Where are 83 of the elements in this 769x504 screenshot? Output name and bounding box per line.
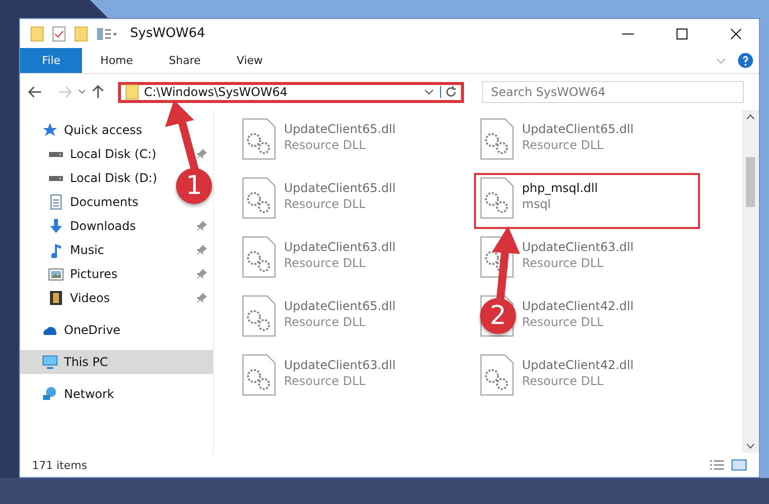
file-name: UpdateClient65.dll bbox=[284, 181, 396, 195]
scrollbar[interactable] bbox=[742, 110, 759, 453]
file-type: Resource DLL bbox=[284, 197, 366, 211]
folder-icon bbox=[74, 26, 88, 42]
drive-icon bbox=[48, 150, 64, 158]
monitor-icon bbox=[42, 354, 58, 370]
pin-icon bbox=[197, 245, 207, 255]
item-count: 171 items bbox=[32, 458, 88, 472]
gear-file-icon bbox=[480, 354, 514, 396]
gear-file-icon bbox=[242, 236, 276, 278]
large-icons-view-icon[interactable] bbox=[731, 459, 747, 471]
gear-file-icon bbox=[242, 295, 276, 337]
ribbon-tab[interactable]: Home bbox=[82, 48, 151, 73]
file-name: UpdateClient65.dll bbox=[284, 122, 396, 136]
scroll-down-icon[interactable] bbox=[746, 443, 755, 449]
file-name: UpdateClient42.dll bbox=[522, 358, 634, 372]
file-type: Resource DLL bbox=[284, 138, 366, 152]
file-name: php_msql.dll bbox=[522, 181, 598, 195]
file-type: Resource DLL bbox=[522, 256, 604, 270]
picture-icon bbox=[48, 266, 64, 282]
up-arrow-icon[interactable] bbox=[92, 85, 104, 99]
file-name: UpdateClient65.dll bbox=[522, 122, 634, 136]
minimize-icon[interactable] bbox=[622, 32, 634, 34]
pin-icon bbox=[197, 149, 207, 159]
document-icon bbox=[48, 194, 64, 210]
download-arrow-icon bbox=[48, 218, 64, 234]
film-icon bbox=[48, 290, 64, 306]
ribbon-tab[interactable]: File bbox=[20, 48, 82, 73]
gear-file-icon bbox=[242, 118, 276, 160]
file-type: Resource DLL bbox=[522, 315, 604, 329]
pin-icon bbox=[197, 221, 207, 231]
address-bar[interactable]: C:\Windows\SysWOW64 bbox=[118, 82, 464, 102]
help-icon[interactable] bbox=[738, 53, 753, 68]
file-name: UpdateClient63.dll bbox=[522, 240, 634, 254]
gear-file-icon bbox=[242, 354, 276, 396]
scroll-up-icon[interactable] bbox=[746, 114, 755, 120]
properties-icon bbox=[52, 26, 66, 42]
scroll-thumb[interactable] bbox=[746, 156, 755, 206]
refresh-icon[interactable] bbox=[440, 86, 457, 98]
window-title: SysWOW64 bbox=[130, 26, 206, 41]
view-dropdown-icon[interactable] bbox=[96, 26, 118, 40]
gear-file-icon bbox=[480, 118, 514, 160]
sidebar-item[interactable]: Quick access bbox=[20, 118, 213, 142]
file-type: Resource DLL bbox=[284, 315, 366, 329]
ribbon-tab[interactable]: View bbox=[218, 48, 281, 73]
dropdown-icon[interactable] bbox=[424, 89, 434, 95]
file-tile[interactable]: php_msql.dll msql bbox=[474, 173, 700, 229]
file-type: Resource DLL bbox=[284, 374, 366, 388]
recent-dropdown-icon[interactable] bbox=[78, 89, 86, 95]
sidebar-item[interactable]: Local Disk (D:) bbox=[70, 171, 158, 185]
folder-icon bbox=[30, 26, 44, 42]
gear-file-icon bbox=[480, 177, 514, 219]
sidebar-item[interactable]: Videos bbox=[70, 291, 110, 305]
gear-file-icon bbox=[242, 177, 276, 219]
file-name: UpdateClient65.dll bbox=[284, 299, 396, 313]
file-name: UpdateClient42.dll bbox=[522, 299, 634, 313]
pin-icon bbox=[197, 269, 207, 279]
sidebar-item[interactable]: Downloads bbox=[70, 219, 136, 233]
file-type: Resource DLL bbox=[284, 256, 366, 270]
search-field[interactable]: Search SysWOW64 bbox=[482, 81, 744, 103]
back-arrow-icon[interactable] bbox=[28, 86, 42, 98]
file-name: UpdateClient63.dll bbox=[284, 358, 396, 372]
drive-icon bbox=[48, 174, 64, 182]
sidebar-item[interactable]: This PC bbox=[20, 350, 213, 374]
file-name: UpdateClient63.dll bbox=[284, 240, 396, 254]
folder-icon bbox=[125, 84, 139, 100]
music-note-icon bbox=[48, 242, 64, 258]
sidebar-item[interactable]: OneDrive bbox=[20, 318, 213, 342]
details-view-icon[interactable] bbox=[709, 459, 725, 471]
sidebar-item[interactable]: Music bbox=[70, 243, 104, 257]
sidebar-item[interactable]: Network bbox=[20, 382, 213, 406]
star-icon bbox=[42, 122, 58, 138]
sidebar-item[interactable]: Local Disk (C:) bbox=[70, 147, 156, 161]
maximize-icon[interactable] bbox=[676, 28, 688, 40]
file-type: msql bbox=[522, 197, 552, 211]
sidebar-item[interactable]: Pictures bbox=[70, 267, 118, 281]
file-type: Resource DLL bbox=[522, 374, 604, 388]
sidebar-item[interactable]: Documents bbox=[70, 195, 138, 209]
file-type: Resource DLL bbox=[522, 138, 604, 152]
pin-icon bbox=[197, 293, 207, 303]
close-icon[interactable] bbox=[730, 28, 742, 40]
network-icon bbox=[42, 386, 58, 402]
ribbon-tab[interactable]: Share bbox=[150, 48, 219, 73]
